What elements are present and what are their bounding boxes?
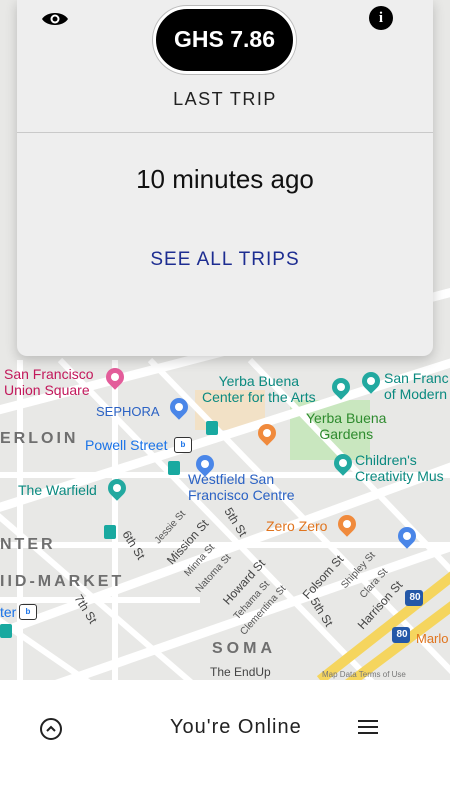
highway-shield: 80: [409, 592, 421, 603]
map-label-endup: The EndUp: [210, 665, 271, 679]
map-label-tenderloin: ERLOIN: [0, 430, 79, 447]
metro-station-icon[interactable]: [104, 525, 116, 539]
fare-pill[interactable]: GHS 7.86: [153, 6, 296, 74]
map-label-center: NTER: [0, 536, 56, 553]
highway-shield: 80: [396, 629, 408, 640]
map-label-marlo: Marlo: [416, 631, 449, 646]
map-label-mid-market: IID-MARKET: [0, 573, 125, 590]
transit-station-icon[interactable]: b: [19, 604, 37, 620]
map-label-warfield: The Warfield: [18, 482, 97, 498]
metro-station-icon[interactable]: [206, 421, 218, 435]
map-label-yerba-buena-gardens: Yerba Buena Gardens: [306, 410, 387, 442]
online-status: You're Online: [170, 716, 302, 738]
metro-station-icon[interactable]: [0, 624, 12, 638]
last-trip-time: 10 minutes ago: [136, 164, 314, 194]
map-label-sephora: SEPHORA: [96, 404, 160, 419]
metro-station-icon[interactable]: [168, 461, 180, 475]
map-label-soma: SOMA: [212, 640, 276, 657]
card-divider: [17, 132, 433, 133]
last-trip-label: LAST TRIP: [173, 89, 277, 109]
map-label-powell-street: Powell Street: [85, 437, 168, 453]
info-icon[interactable]: i: [369, 6, 393, 30]
eye-icon[interactable]: [41, 9, 69, 29]
map-footer[interactable]: Map Data Terms of Use: [322, 670, 406, 679]
hamburger-menu-icon[interactable]: [358, 720, 378, 736]
map-label-sfmoma: San Franc of Modern: [384, 370, 449, 402]
bottom-bar: You're Online: [0, 680, 450, 800]
map-label-union-square: San Francisco Union Square: [4, 366, 94, 398]
transit-station-icon[interactable]: b: [174, 437, 192, 453]
map-label-westfield: Westfield San Francisco Centre: [188, 471, 295, 503]
trip-summary-card: GHS 7.86 i LAST TRIP 10 minutes ago SEE …: [17, 0, 433, 356]
map-label-childrens-museum: Children's Creativity Mus: [355, 452, 444, 484]
map-label-zero-zero: Zero Zero: [266, 518, 328, 534]
map-label-ter: ter: [0, 604, 17, 620]
see-all-trips-link[interactable]: SEE ALL TRIPS: [17, 249, 433, 271]
chevron-up-circle-icon[interactable]: [40, 718, 62, 740]
map-label-yerba-buena-center: Yerba Buena Center for the Arts: [202, 373, 316, 405]
